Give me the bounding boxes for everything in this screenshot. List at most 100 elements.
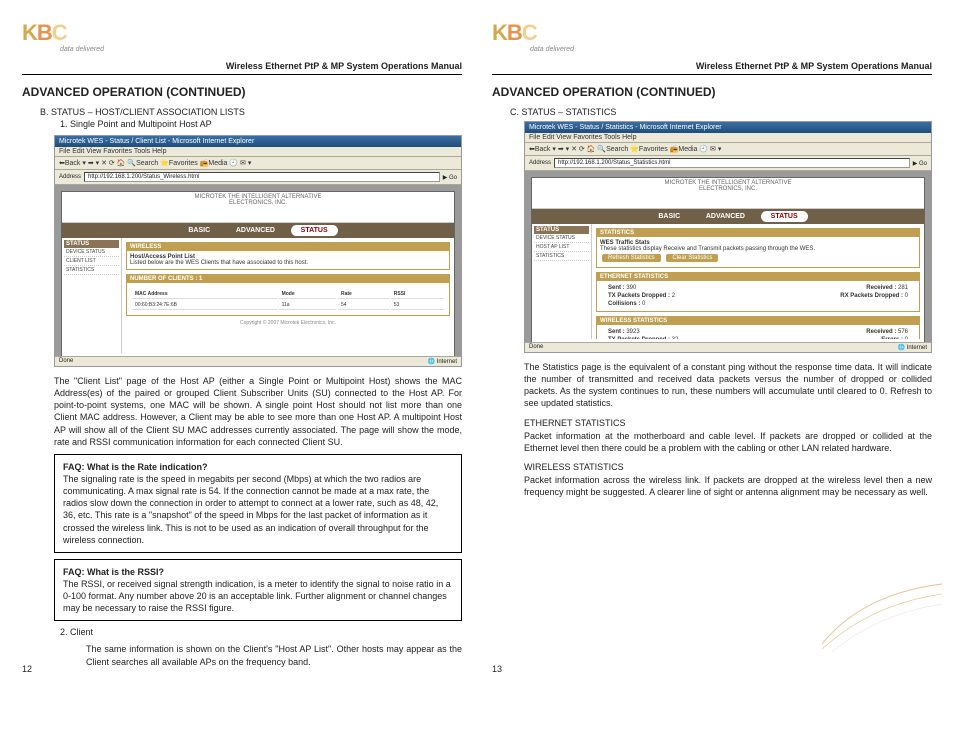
browser-viewport: MICROTEK THE INTELLIGENT ALTERNATIVE ELE…: [525, 171, 931, 351]
tab-advanced[interactable]: ADVANCED: [696, 211, 755, 222]
hap-desc: Listed below are the WES Clients that ha…: [130, 260, 308, 266]
sidebar-item-device[interactable]: DEVICE STATUS: [64, 248, 119, 257]
ie-address-bar: Address http://192.168.1.200/Status_Wire…: [55, 170, 461, 185]
sidebar-item-statistics[interactable]: STATISTICS: [534, 252, 589, 261]
brand-line2: ELECTRONICS, INC.: [699, 186, 757, 192]
para-clientlist: The "Client List" page of the Host AP (e…: [54, 375, 462, 448]
faq-rssi-q: FAQ: What is the RSSI?: [63, 566, 453, 578]
ie-address-bar: Address http://192.168.1.200/Status_Stat…: [525, 156, 931, 171]
stat-label: Errors :: [881, 337, 903, 339]
app-header: MICROTEK THE INTELLIGENT ALTERNATIVE ELE…: [62, 192, 454, 223]
tab-basic[interactable]: BASIC: [648, 211, 690, 222]
wireless-box: WIRELESS STATISTICS Sent : 3923Received …: [596, 316, 920, 339]
status-done: Done: [59, 358, 73, 365]
wl-box-title: WIRELESS STATISTICS: [597, 317, 919, 325]
eth-box-body: Sent : 390Received : 281 TX Packets Drop…: [597, 281, 919, 311]
stat-value: 390: [626, 285, 636, 291]
page-number: 13: [492, 664, 502, 674]
tab-basic[interactable]: BASIC: [178, 225, 220, 236]
tab-status[interactable]: STATUS: [761, 211, 808, 222]
address-input[interactable]: http://192.168.1.200/Status_Statistics.h…: [554, 158, 910, 168]
logo-tagline: data delivered: [60, 46, 462, 53]
clients-title: NUMBER OF CLIENTS : 1: [127, 275, 449, 283]
page-number: 12: [22, 664, 32, 674]
item-b2-text: The same information is shown on the Cli…: [86, 643, 462, 667]
ie-toolbar[interactable]: ⬅Back ▾ ➡ ▾ ✕ ⟳ 🏠 🔍Search ⭐Favorites 📻Me…: [525, 143, 931, 156]
doc-title: Wireless Ethernet PtP & MP System Operat…: [492, 61, 932, 75]
main-panel: STATISTICS WES Traffic Stats These stati…: [592, 224, 924, 339]
section-title: ADVANCED OPERATION (CONTINUED): [492, 85, 932, 99]
para-statistics: The Statistics page is the equivalent of…: [524, 361, 932, 410]
app-body: STATUS DEVICE STATUS HOST AP LIST STATIS…: [532, 224, 924, 339]
client-table: MAC Address Mode Rate RSSI 00:60:B3:24:7…: [130, 288, 446, 312]
stats-box: STATISTICS WES Traffic Stats These stati…: [596, 228, 920, 268]
ethernet-box: ETHERNET STATISTICS Sent : 390Received :…: [596, 272, 920, 312]
stat-label: Collisions :: [608, 301, 640, 307]
logo: KBC data delivered: [492, 20, 932, 53]
clear-button[interactable]: Clear Statistics: [666, 254, 718, 262]
brand-line2: ELECTRONICS, INC.: [229, 200, 287, 206]
logo-text: KBC: [22, 20, 67, 45]
stat-label: Sent :: [608, 329, 625, 335]
faq-rssi: FAQ: What is the RSSI? The RSSI, or rece…: [54, 559, 462, 622]
tab-advanced[interactable]: ADVANCED: [226, 225, 285, 236]
status-done: Done: [529, 344, 543, 351]
tab-status[interactable]: STATUS: [291, 225, 338, 236]
status-zone: 🌐 Internet: [898, 344, 927, 351]
ie-toolbar[interactable]: ⬅Back ▾ ➡ ▾ ✕ ⟳ 🏠 🔍Search ⭐Favorites 📻Me…: [55, 157, 461, 170]
stat-value: 0: [642, 301, 645, 307]
logo-c: C: [522, 20, 537, 45]
col-rssi: RSSI: [391, 290, 444, 299]
go-button[interactable]: ▶ Go: [443, 174, 457, 181]
stats-box-title: STATISTICS: [597, 229, 919, 237]
address-input[interactable]: http://192.168.1.200/Status_Wireless.htm…: [84, 172, 440, 182]
address-label: Address: [59, 174, 81, 180]
stat-label: RX Packets Dropped :: [840, 293, 903, 299]
sidebar-item-statistics[interactable]: STATISTICS: [64, 266, 119, 275]
wireless-box-body: Host/Access Point List Listed below are …: [127, 251, 449, 269]
refresh-button[interactable]: Refresh Statistics: [602, 254, 661, 262]
stat-value: 2: [672, 293, 675, 299]
faq-rate: FAQ: What is the Rate indication? The si…: [54, 454, 462, 553]
tab-bar: BASIC ADVANCED STATUS: [62, 223, 454, 238]
table-row: 00:60:B3:24:7E:6B 11a 54 53: [132, 301, 444, 310]
sidebar-title: STATUS: [534, 226, 589, 234]
screenshot-client-list: Microtek WES - Status / Client List - Mi…: [54, 135, 462, 367]
sidebar-item-device[interactable]: DEVICE STATUS: [534, 234, 589, 243]
col-mode: Mode: [279, 290, 336, 299]
app-body: STATUS DEVICE STATUS CLIENT LIST STATIST…: [62, 238, 454, 353]
logo-b: B: [507, 20, 522, 45]
app-header: MICROTEK THE INTELLIGENT ALTERNATIVE ELE…: [532, 178, 924, 209]
stat-value: 0: [905, 337, 908, 339]
stat-value: 3923: [626, 329, 639, 335]
go-button[interactable]: ▶ Go: [913, 160, 927, 167]
stat-label: TX Packets Dropped :: [608, 337, 670, 339]
stat-value: 0: [905, 293, 908, 299]
sidebar-item-clientlist[interactable]: CLIENT LIST: [64, 257, 119, 266]
item-c: C. STATUS – STATISTICS: [510, 107, 932, 117]
sidebar-title: STATUS: [64, 240, 119, 248]
wireless-box: WIRELESS Host/Access Point List Listed b…: [126, 242, 450, 270]
col-rate: Rate: [338, 290, 389, 299]
screenshot-statistics: Microtek WES - Status / Statistics - Mic…: [524, 121, 932, 353]
eth-para: Packet information at the motherboard an…: [524, 430, 932, 454]
wl-para: Packet information across the wireless l…: [524, 474, 932, 498]
logo-tagline: data delivered: [530, 46, 932, 53]
sidebar-item-hostap[interactable]: HOST AP LIST: [534, 243, 589, 252]
status-zone: 🌐 Internet: [428, 358, 457, 365]
item-b2: 2. Client: [60, 627, 462, 637]
cell-mode: 11a: [279, 301, 336, 310]
app-page: MICROTEK THE INTELLIGENT ALTERNATIVE ELE…: [531, 177, 925, 347]
ie-menubar[interactable]: File Edit View Favorites Tools Help: [55, 147, 461, 157]
stat-value: 32: [672, 337, 679, 339]
wl-box-body: Sent : 3923Received : 576 TX Packets Dro…: [597, 325, 919, 339]
table-header-row: MAC Address Mode Rate RSSI: [132, 290, 444, 299]
cell-rssi: 53: [391, 301, 444, 310]
stats-box-body: WES Traffic Stats These statistics displ…: [597, 237, 919, 267]
section-title: ADVANCED OPERATION (CONTINUED): [22, 85, 462, 99]
wl-heading: WIRELESS STATISTICS: [524, 462, 932, 472]
ie-menubar[interactable]: File Edit View Favorites Tools Help: [525, 133, 931, 143]
sidebar: STATUS DEVICE STATUS HOST AP LIST STATIS…: [532, 224, 592, 339]
logo-text: KBC: [492, 20, 537, 45]
faq-rate-a: The signaling rate is the speed in megab…: [63, 473, 453, 546]
